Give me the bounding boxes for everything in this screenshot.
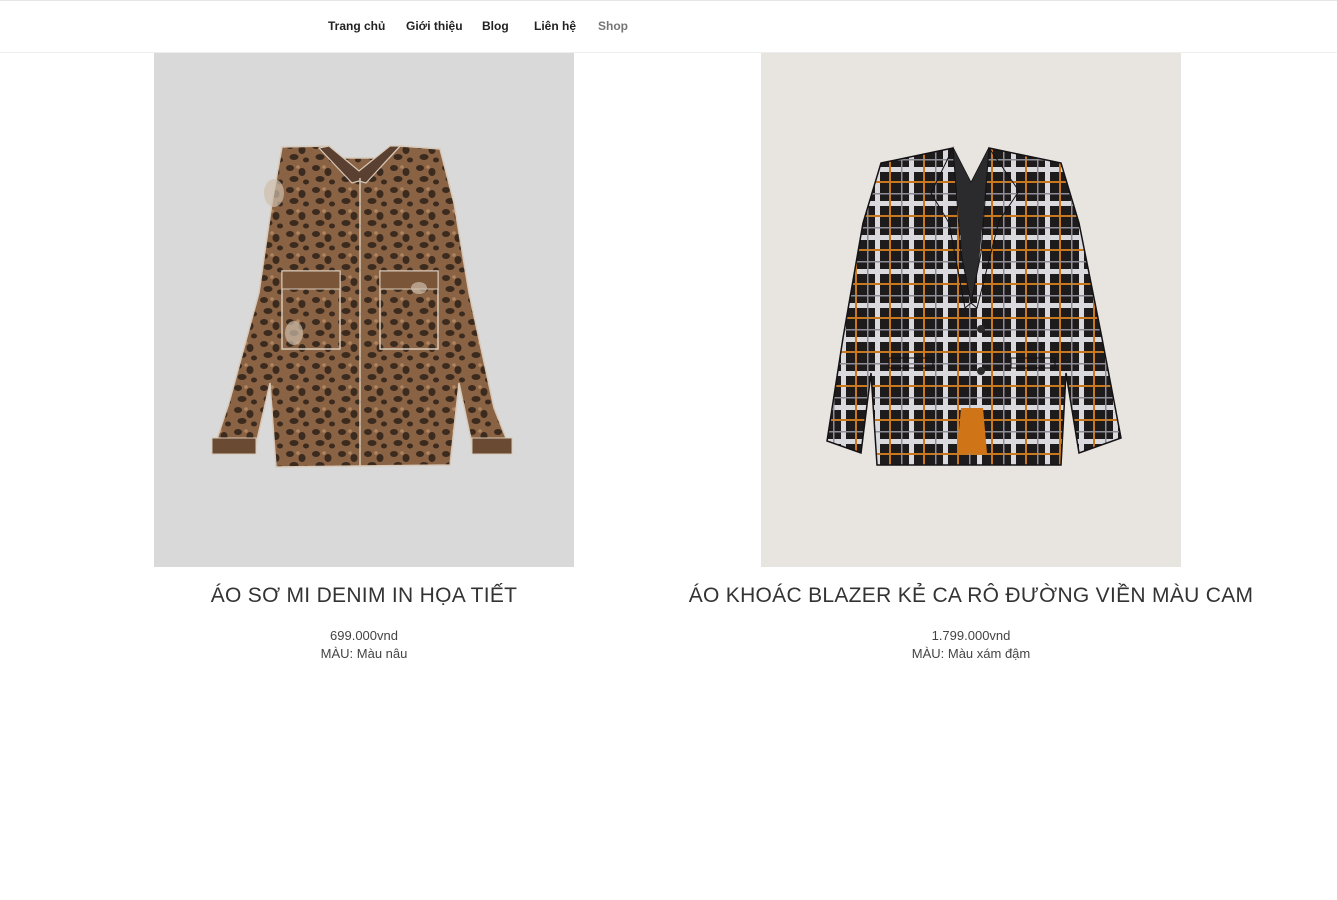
nav-item-blog[interactable]: Blog (482, 19, 509, 33)
product-color: MÀU: Màu nâu (154, 646, 574, 661)
product-price: 699.000vnd (330, 628, 398, 643)
product-price: 1.799.000vnd (931, 628, 1011, 643)
nav-item-lien-he[interactable]: Liên hệ (534, 19, 576, 33)
nav-item-trang-chu[interactable]: Trang chủ (328, 19, 385, 33)
color-value: Màu nâu (356, 646, 408, 661)
color-value: Màu xám đậm (947, 646, 1031, 661)
leopard-denim-shirt-image (211, 145, 513, 468)
color-label: MÀU: (911, 646, 945, 661)
nav-item-shop[interactable]: Shop (598, 19, 628, 33)
top-navigation: Trang chủ Giới thiệu Blog Liên hệ Shop (0, 0, 1337, 53)
product-image[interactable] (761, 53, 1181, 567)
color-label: MÀU: (320, 646, 354, 661)
nav-item-gioi-thieu[interactable]: Giới thiệu (406, 19, 463, 33)
product-name[interactable]: ÁO KHOÁC BLAZER KẺ CA RÔ ĐƯỜNG VIỀN MÀU … (611, 584, 1331, 608)
product-image[interactable] (154, 53, 574, 567)
plaid-blazer-image (826, 146, 1122, 466)
product-color: MÀU: Màu xám đậm (761, 646, 1181, 661)
